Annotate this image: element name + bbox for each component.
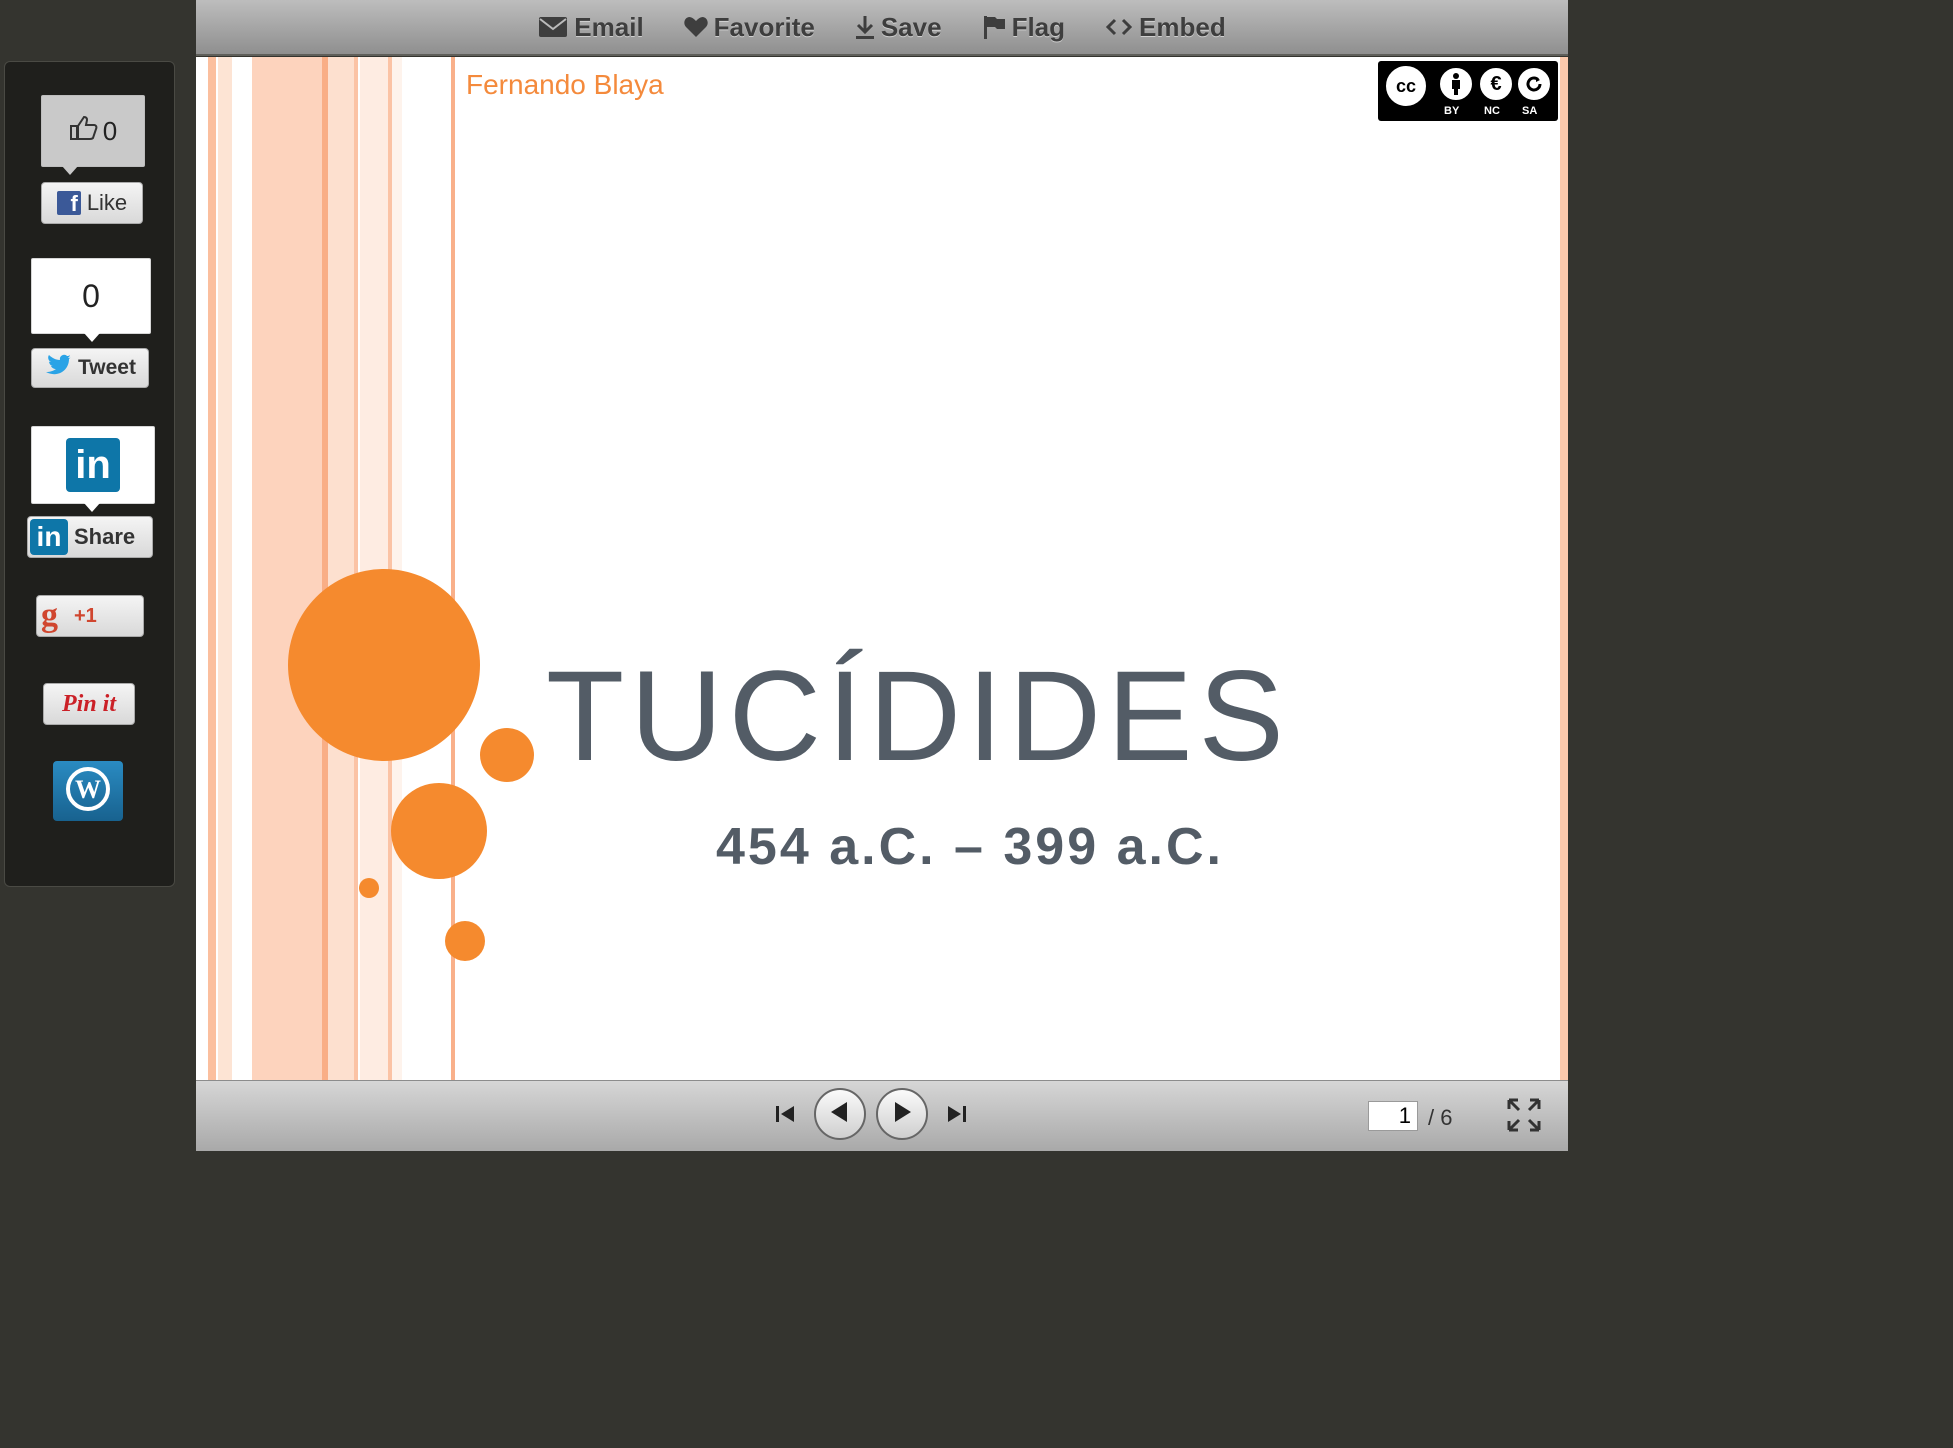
facebook-like-button[interactable]: f Like <box>41 182 143 224</box>
top-toolbar: Email Favorite Save Flag Embed <box>196 0 1568 56</box>
triangle-right-icon <box>891 1100 913 1129</box>
pin-it-button[interactable]: Pin it <box>43 683 135 725</box>
social-sidebar: 0 f Like 0 Tweet in in Share g +1 Pin it <box>4 61 175 887</box>
sa-label: SA <box>1522 105 1538 117</box>
svg-text:W: W <box>75 775 101 804</box>
tweet-label: Tweet <box>78 356 136 379</box>
creative-commons-license-badge[interactable]: cc € BY NC SA <box>1378 61 1558 121</box>
google-plus-one-button[interactable]: g +1 <box>36 595 144 637</box>
tweet-count-value: 0 <box>82 277 100 314</box>
save-button[interactable]: Save <box>855 12 942 43</box>
save-label: Save <box>880 11 942 42</box>
flag-label: Flag <box>1011 11 1066 42</box>
total-pages: / 6 <box>1428 1105 1453 1130</box>
nc-label: NC <box>1484 105 1500 117</box>
fullscreen-expand-icon <box>1506 1098 1542 1137</box>
linkedin-count: in <box>31 426 155 512</box>
skip-to-start-icon <box>774 1106 798 1129</box>
twitter-bird-icon <box>44 354 72 382</box>
facebook-like-label: Like <box>86 190 128 215</box>
download-icon <box>855 14 875 40</box>
last-slide-button[interactable] <box>944 1103 968 1130</box>
wordpress-icon: W <box>64 765 112 818</box>
tweet-count: 0 <box>31 258 151 342</box>
linkedin-small-icon: in <box>30 519 68 555</box>
next-slide-button[interactable] <box>876 1088 928 1140</box>
slide-right-edge <box>1560 57 1568 1080</box>
current-page-input[interactable] <box>1368 1101 1418 1131</box>
envelope-icon <box>538 16 568 38</box>
google-icon: g <box>41 597 58 634</box>
slide-subtitle-dates: 454 a.C. – 399 a.C. <box>716 818 1224 876</box>
code-brackets-icon <box>1105 17 1133 37</box>
cc-text: cc <box>1395 75 1417 96</box>
embed-label: Embed <box>1139 11 1226 42</box>
previous-slide-button[interactable] <box>814 1088 866 1140</box>
email-button[interactable]: Email <box>538 11 644 43</box>
skip-to-end-icon <box>944 1106 968 1129</box>
cc-icon: cc <box>1384 64 1428 108</box>
circles-decoration <box>288 569 534 961</box>
fullscreen-button[interactable] <box>1506 1097 1542 1138</box>
slide-viewer: Fernando Blaya TUCÍDIDES 454 a.C. – 399 … <box>196 57 1568 1080</box>
thumbs-up-icon <box>69 115 99 148</box>
favorite-button[interactable]: Favorite <box>683 11 815 43</box>
google-plus-one-label: +1 <box>74 604 97 627</box>
embed-button[interactable]: Embed <box>1105 12 1226 43</box>
facebook-icon: f <box>56 191 81 215</box>
wordpress-button[interactable]: W <box>53 761 123 821</box>
triangle-left-icon <box>829 1100 851 1129</box>
linkedin-share-button[interactable]: in Share <box>27 516 153 558</box>
slide-navigation-bar: / 6 <box>196 1080 1568 1151</box>
attribution-icon <box>1438 66 1474 102</box>
favorite-label: Favorite <box>713 11 815 42</box>
slide-title: TUCÍDIDES <box>546 645 1290 788</box>
first-slide-button[interactable] <box>774 1103 798 1130</box>
flag-button[interactable]: Flag <box>982 12 1065 43</box>
facebook-like-count-value: 0 <box>102 115 118 146</box>
flag-icon <box>982 14 1006 40</box>
by-label: BY <box>1444 105 1460 117</box>
pin-it-label: Pin it <box>61 690 116 717</box>
sharealike-icon <box>1516 66 1552 102</box>
facebook-like-count: 0 <box>41 95 145 175</box>
noncommercial-icon: € <box>1478 66 1514 102</box>
slide-author: Fernando Blaya <box>466 69 664 100</box>
email-label: Email <box>574 11 644 42</box>
tweet-button[interactable]: Tweet <box>31 348 149 388</box>
heart-icon <box>683 16 708 38</box>
linkedin-share-label: Share <box>74 524 136 549</box>
linkedin-icon: in <box>66 438 120 492</box>
